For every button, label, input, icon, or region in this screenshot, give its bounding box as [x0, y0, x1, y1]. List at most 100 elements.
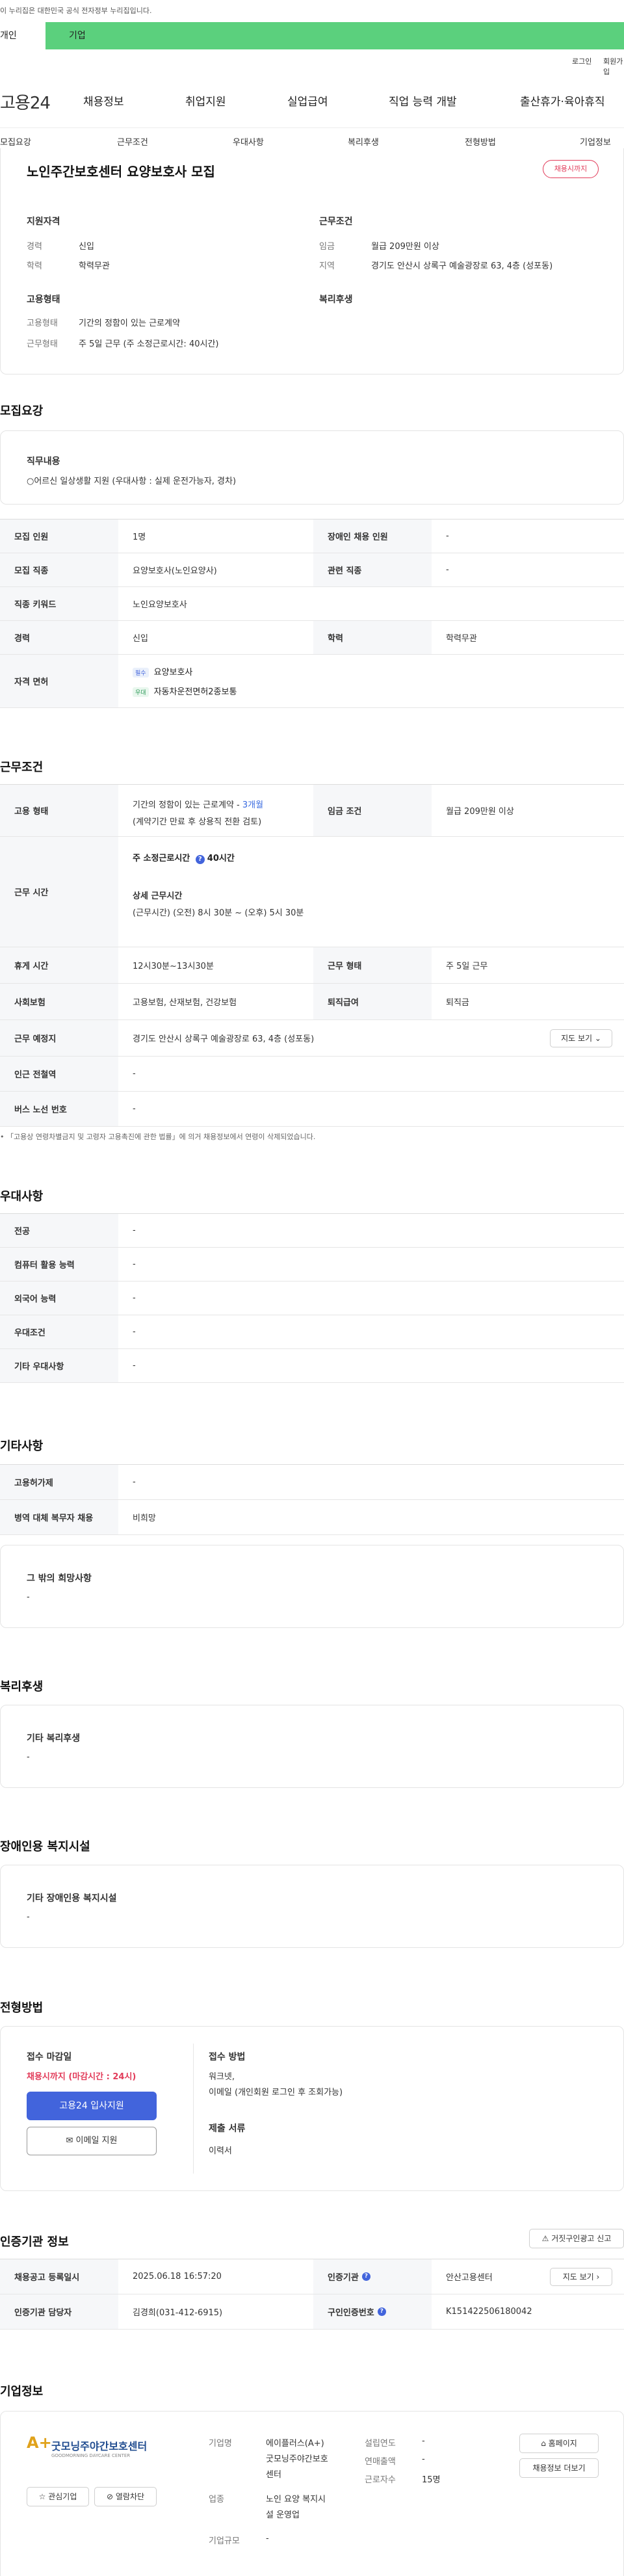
- gnb-item-employment-support[interactable]: 취업지원: [185, 92, 226, 109]
- snb-item-company[interactable]: 기업정보: [580, 135, 611, 148]
- language-label: 외국어 능력: [0, 1281, 118, 1315]
- snb-item-preferences[interactable]: 우대사항: [233, 135, 264, 148]
- reg-date-label: 채용공고 등록일시: [0, 2259, 118, 2294]
- homepage-button[interactable]: ⌂ 홈페이지: [519, 2434, 599, 2453]
- emptype-label: 고용형태: [27, 319, 58, 328]
- favorite-company-button[interactable]: ☆ 관심기업: [27, 2487, 89, 2506]
- company-name-1: 에이플러스(A+): [266, 2439, 324, 2449]
- signup-link[interactable]: 회원가입: [603, 56, 624, 77]
- work-place-value: 경기도 안산시 상록구 예술광장로 63, 4층 (성포동): [133, 1034, 315, 1044]
- apply-button[interactable]: 고용24 입사지원: [27, 2092, 157, 2120]
- gnb-item-parental-leave[interactable]: 출산휴가·육아휴직: [520, 92, 605, 109]
- worktype-label: 근무형태: [27, 339, 58, 349]
- table-row: 직종 키워드 노인요양보호사: [0, 587, 624, 621]
- certification-table: 채용공고 등록일시 2025.06.18 16:57:20 인증기관? 안산고용…: [0, 2259, 624, 2330]
- disabled-count-label: 장애인 채용 인원: [313, 519, 432, 553]
- info-icon[interactable]: ?: [377, 2307, 386, 2316]
- login-link[interactable]: 로그인: [572, 56, 592, 66]
- company-logo: A+ 굿모닝주야간보호센터 GOODMORNING DAYCARE CENTER: [27, 2434, 163, 2466]
- welfare-heading: 복리후생: [0, 1680, 44, 1694]
- related-job-label: 관련 직종: [313, 553, 432, 586]
- career-value: 신입: [79, 242, 94, 252]
- site-logo[interactable]: 고용24: [0, 90, 51, 114]
- method-title: 접수 방법: [209, 2052, 246, 2062]
- job-category-label: 모집 직종: [0, 553, 118, 586]
- disabled-card: 기타 장애인용 복지시설 -: [0, 1865, 624, 1948]
- agency-map-button[interactable]: 지도 보기 ›: [550, 2268, 612, 2286]
- report-button[interactable]: ⚠ 거짓구인광고 신고: [529, 2229, 624, 2248]
- snb-item-selection[interactable]: 전형방법: [465, 135, 496, 148]
- email-apply-label: 이메일 지원: [75, 2136, 118, 2146]
- weekly-hours: 주 소정근로시간 ? 40시간: [133, 851, 235, 864]
- info-icon[interactable]: ?: [361, 2272, 370, 2281]
- mail-icon: ✉: [66, 2136, 73, 2146]
- count-value: 1명: [133, 532, 146, 542]
- cert-number-label: 구인인증번호?: [313, 2294, 432, 2329]
- agency-label: 인증기관?: [313, 2259, 432, 2294]
- gnb-item-vocational-training[interactable]: 직업 능력 개발: [389, 92, 457, 109]
- cert-number-label-text: 구인인증번호: [328, 2308, 374, 2318]
- bus-value: -: [133, 1104, 136, 1114]
- more-jobs-button[interactable]: 채용정보 더보기: [519, 2458, 599, 2478]
- preferences-table: 전공 - 컴퓨터 활용 능력 - 외국어 능력 - 우대조건 - 기타 우대사항…: [0, 1213, 624, 1383]
- career-row-value: 신입: [133, 634, 148, 644]
- work-type-value: 주 5일 근무: [446, 962, 488, 971]
- tab-personal[interactable]: 개인: [0, 22, 46, 49]
- employment-title: 고용형태: [27, 295, 60, 305]
- tab-company[interactable]: 기업: [46, 22, 624, 49]
- company-logo-mark: A+: [27, 2434, 52, 2452]
- recruit-table: 모집 인원 1명 장애인 채용 인원 - 모집 직종 요양보호사(노인요양사) …: [0, 519, 624, 708]
- gnb-item-unemployment-benefit[interactable]: 실업급여: [287, 92, 328, 109]
- insurance-label: 사회보험: [0, 984, 118, 1019]
- military-value: 비희망: [133, 1514, 156, 1523]
- alarm-icon: ⚠: [541, 2234, 549, 2243]
- license-required-tag: 필수: [133, 668, 149, 677]
- industry-value-2: 설 운영업: [266, 2510, 300, 2520]
- block-view-label: 열람차단: [115, 2492, 145, 2501]
- license-required-value: 요양보호사: [153, 668, 193, 677]
- pref-condition-value: -: [133, 1327, 136, 1337]
- favorite-company-label: 관심기업: [48, 2492, 77, 2501]
- job-title: 노인주간보호센터 요양보호사 모집: [27, 164, 215, 179]
- license-label: 자격 면허: [0, 655, 118, 707]
- break-value: 12시30분~13시30분: [133, 962, 214, 971]
- company-card: A+ 굿모닝주야간보호센터 GOODMORNING DAYCARE CENTER…: [0, 2411, 624, 2576]
- table-row: 고용허가제 -: [0, 1465, 624, 1500]
- email-apply-button[interactable]: ✉ 이메일 지원: [27, 2127, 157, 2155]
- table-row: 버스 노선 번호 -: [0, 1092, 624, 1127]
- gov-notice-bar: 이 누리집은 대한민국 공식 전자정부 누리집입니다.: [0, 0, 624, 22]
- agency-value: 안산고용센터: [446, 2273, 493, 2283]
- contract-period: 3개월: [242, 800, 264, 810]
- education-row-value: 학력무관: [446, 634, 477, 644]
- snb-item-conditions[interactable]: 근무조건: [117, 135, 148, 148]
- table-row: 채용공고 등록일시 2025.06.18 16:57:20 인증기관? 안산고용…: [0, 2259, 624, 2294]
- table-row: 경력 신입 학력 학력무관: [0, 621, 624, 655]
- chevron-down-icon: ⌄: [594, 1034, 601, 1043]
- agency-label-text: 인증기관: [328, 2273, 359, 2283]
- info-icon[interactable]: ?: [195, 855, 205, 864]
- block-view-button[interactable]: ⊘ 열람차단: [94, 2487, 157, 2506]
- wage-condition-label: 임금 조건: [313, 785, 432, 836]
- disabled-card-title: 기타 장애인용 복지시설: [27, 1893, 117, 1904]
- age-note: • 「고용상 연령차별금지 및 고령자 고용촉진에 관한 법률」에 의거 채용정…: [0, 1133, 316, 1141]
- company-logo-sub: GOODMORNING DAYCARE CENTER: [51, 2453, 131, 2458]
- snb-item-recruit[interactable]: 모집요강: [0, 135, 31, 148]
- disabled-card-value: -: [27, 1912, 30, 1922]
- docs-value: 이력서: [209, 2146, 232, 2156]
- company-name-label: 기업명: [209, 2439, 232, 2449]
- certification-heading: 인증기관 정보: [0, 2235, 69, 2249]
- wage-label: 임금: [319, 242, 335, 252]
- company-heading: 기업정보: [0, 2385, 44, 2399]
- gnb-item-jobs[interactable]: 채용정보: [83, 92, 124, 109]
- area-value: 경기도 안산시 상록구 예술광장로 63, 4층 (성포동): [371, 261, 553, 271]
- snb-item-welfare[interactable]: 복리후생: [348, 135, 379, 148]
- map-button[interactable]: 지도 보기 ⌄: [550, 1029, 612, 1047]
- selection-card: 접수 마감일 채용시까지 (마감시간 : 24시) 고용24 입사지원 ✉ 이메…: [0, 2026, 624, 2191]
- emp-type-note: (계약기간 만료 후 상용직 전환 검토): [133, 817, 262, 827]
- work-hours-label: 근무 시간: [0, 837, 118, 947]
- job-category-value: 요양보호사(노인요양사): [133, 566, 217, 576]
- table-row: 자격 면허 필수 요양보호사 우대 자동차운전면허2종보통: [0, 655, 624, 708]
- welfare-title: 복리후생: [319, 295, 353, 305]
- table-row: 병역 대체 복무자 채용 비희망: [0, 1500, 624, 1535]
- industry-label: 업종: [209, 2495, 224, 2504]
